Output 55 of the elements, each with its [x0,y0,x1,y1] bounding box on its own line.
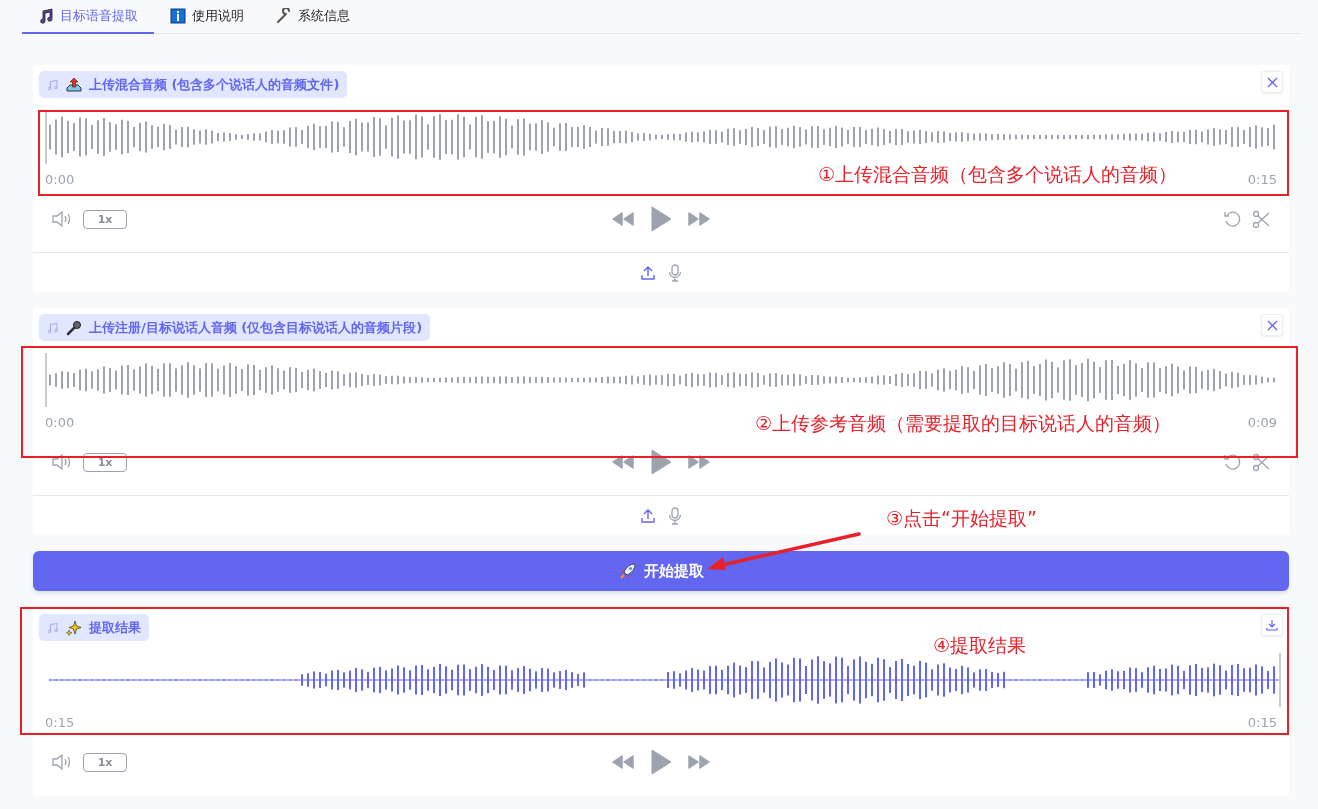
microphone-icon[interactable] [668,506,682,525]
start-extraction-button[interactable]: 开始提取 [33,551,1289,591]
music-note-icon [47,621,59,634]
volume-icon[interactable] [51,210,73,228]
annotation-text: ①上传混合音频（包含多个说话人的音频） [817,162,1177,187]
playback-speed-button[interactable]: 1x [83,752,127,772]
annotation-text: ③点击“开始提取” [886,506,1037,531]
panel-label-text: 上传注册/目标说话人音频 (仅包含目标说话人的音频片段) [89,318,423,337]
info-icon [170,8,186,24]
music-note-icon [47,321,59,334]
music-note-icon [47,78,59,91]
annotation-text: ④提取结果 [933,633,1027,658]
rewind-icon[interactable] [611,454,635,470]
panel-label-text: 上传混合音频 (包含多个说话人的音频文件) [89,75,340,94]
scissors-icon[interactable] [1252,209,1271,229]
music-note-icon [38,8,54,24]
volume-icon[interactable] [51,453,73,471]
end-time: 0:09 [1247,415,1277,430]
panel-label-text: 提取结果 [89,618,141,637]
tab[interactable]: 使用说明 [154,0,260,34]
rewind-icon[interactable] [611,754,635,770]
start-time: 0:15 [45,715,75,730]
scissors-icon[interactable] [1252,452,1271,472]
undo-icon[interactable] [1223,452,1242,472]
undo-icon[interactable] [1223,209,1242,229]
download-button[interactable] [1261,614,1283,636]
annotation-text: ②上传参考音频（需要提取的目标说话人的音频） [754,411,1171,436]
upload-tray-icon [66,76,82,93]
start-time: 0:00 [45,415,75,430]
play-icon[interactable] [650,449,672,475]
close-icon [1266,319,1278,331]
microphone-icon [66,319,82,336]
end-time: 0:15 [1247,715,1277,730]
start-time: 0:00 [45,172,75,187]
microphone-icon[interactable] [668,263,682,282]
fast-forward-icon[interactable] [687,211,711,227]
play-icon[interactable] [650,206,672,232]
download-icon [1266,619,1278,631]
playback-speed-button[interactable]: 1x [83,209,127,229]
rewind-icon[interactable] [611,211,635,227]
rocket-icon [618,561,638,581]
volume-icon[interactable] [51,753,73,771]
sparkles-icon [66,619,82,636]
tab[interactable]: 目标语音提取 [22,0,154,34]
upload-icon[interactable] [640,507,656,524]
upload-icon[interactable] [640,264,656,281]
wrench-icon [276,8,292,24]
end-time: 0:15 [1247,172,1277,187]
close-button[interactable] [1261,71,1283,93]
close-icon [1266,76,1278,88]
play-icon[interactable] [650,749,672,775]
fast-forward-icon[interactable] [687,454,711,470]
close-button[interactable] [1261,314,1283,336]
fast-forward-icon[interactable] [687,754,711,770]
tab[interactable]: 系统信息 [260,0,366,34]
